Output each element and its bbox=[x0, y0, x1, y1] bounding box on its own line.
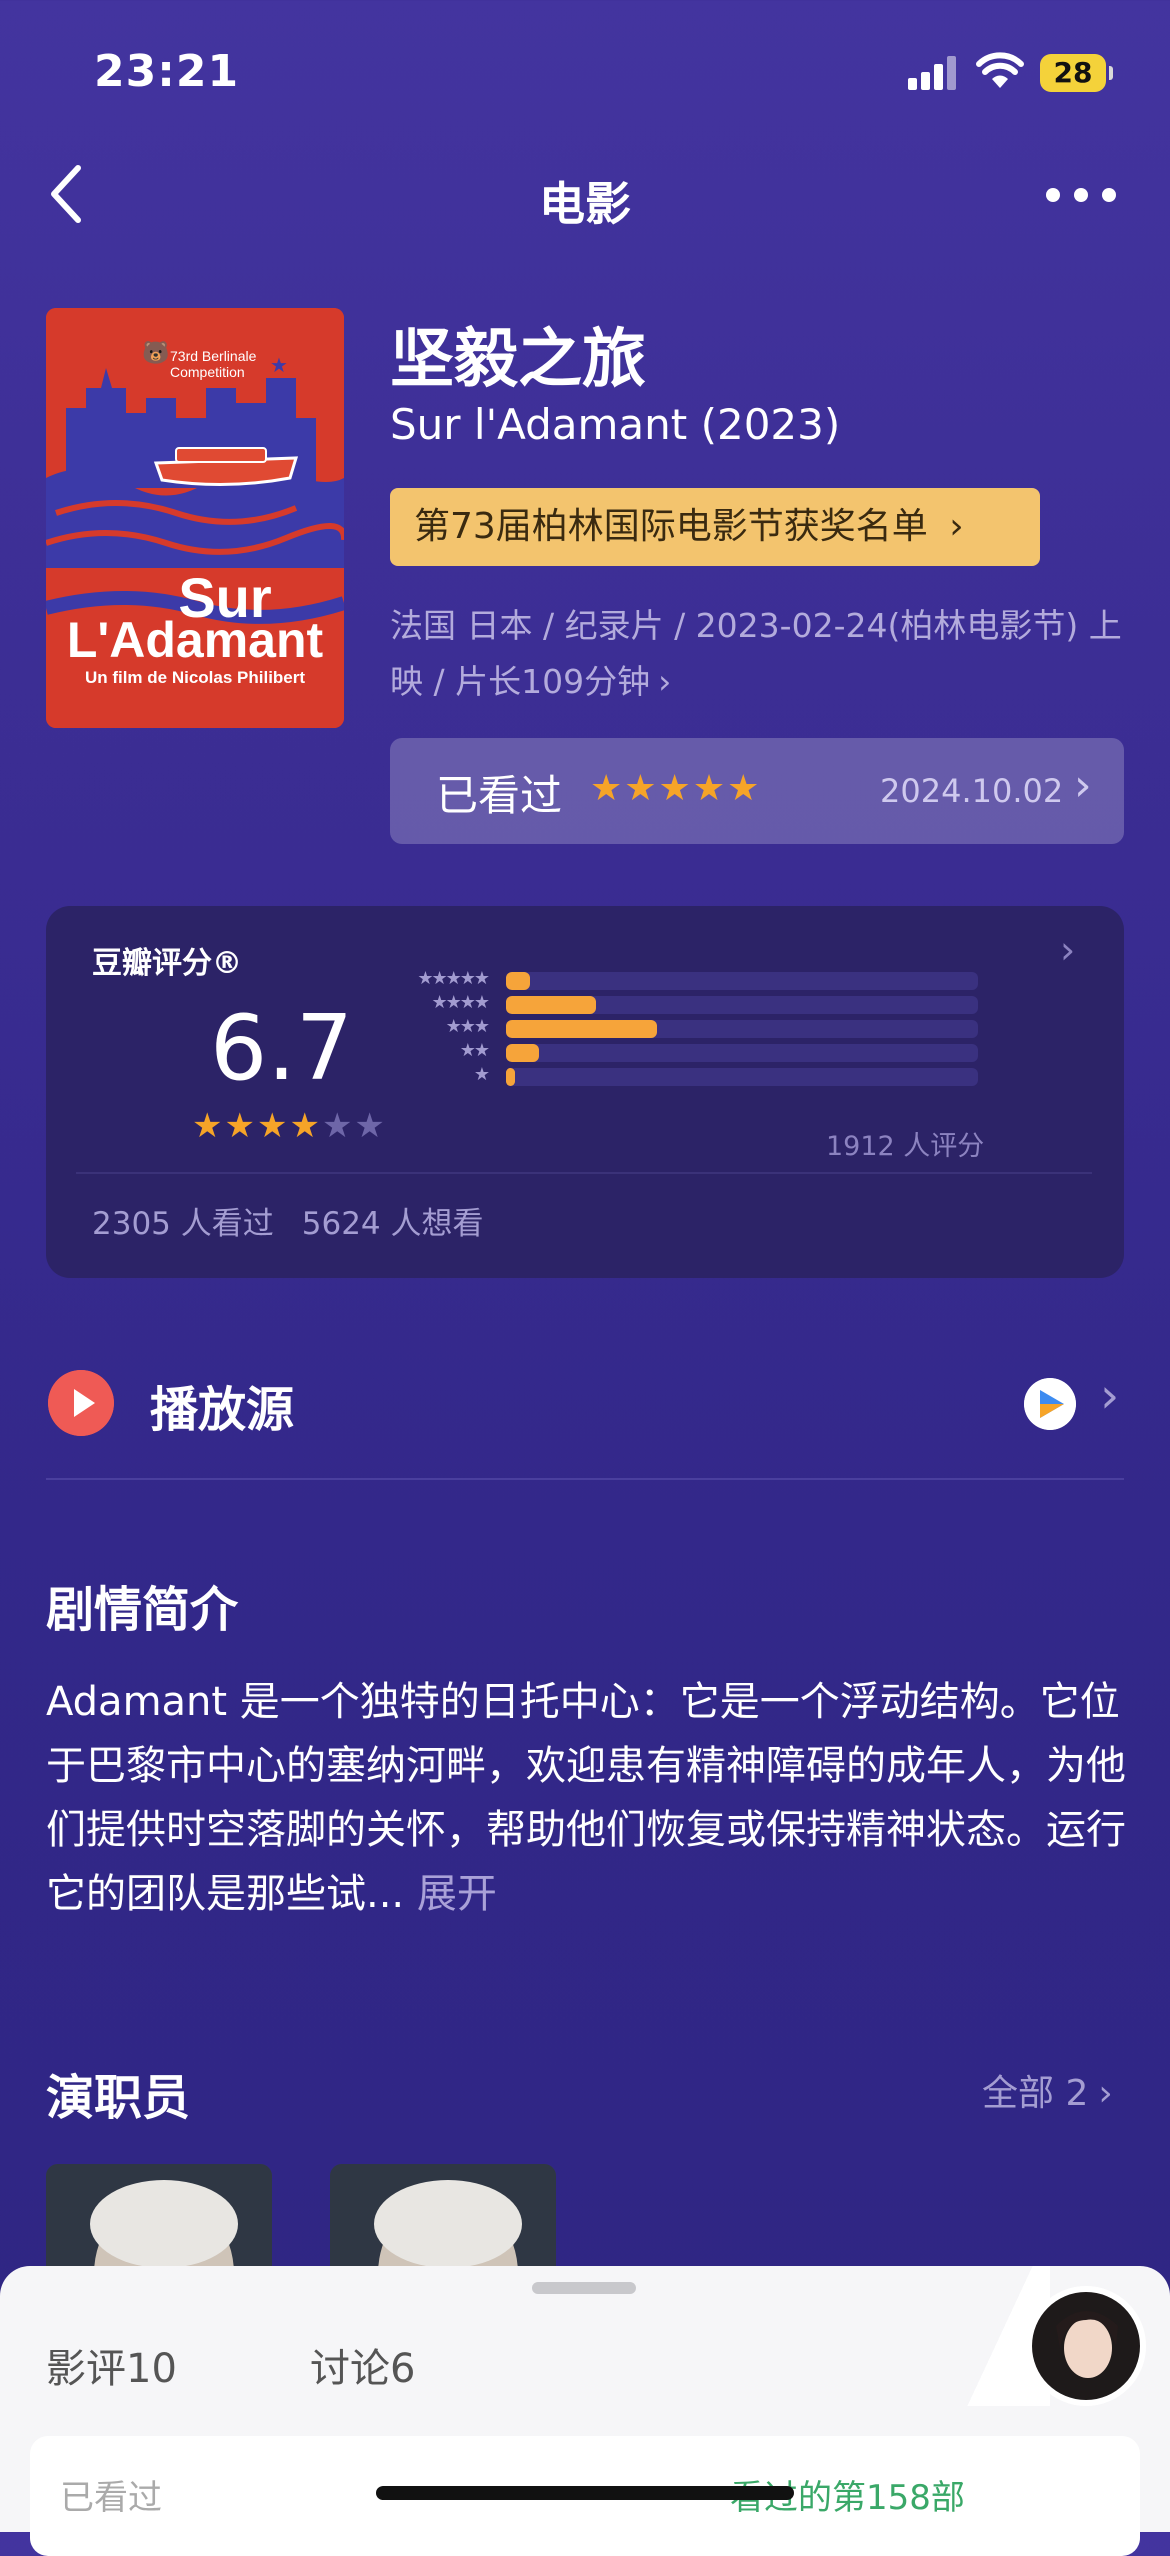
video-app-icon bbox=[1024, 1378, 1076, 1430]
cast-all-link[interactable]: 全部 2 › bbox=[982, 2064, 1113, 2116]
home-indicator bbox=[376, 2486, 794, 2500]
movie-meta[interactable]: 法国 日本 / 纪录片 / 2023-02-24(柏林电影节) 上 映 / 片长… bbox=[390, 598, 1130, 710]
sheet-card-left: 已看过 bbox=[60, 2478, 162, 2518]
rating-bar-fill bbox=[506, 1020, 658, 1038]
user-avatar[interactable] bbox=[1026, 2286, 1146, 2406]
watched-count: 2305 人看过 bbox=[92, 1206, 274, 1242]
tab-discussions[interactable]: 讨论6 bbox=[310, 2336, 415, 2394]
poster-festival-text: 73rd Berlinale Competition bbox=[170, 348, 257, 380]
watched-label: 已看过 bbox=[436, 771, 563, 820]
rating-bar-stars: ★★★ bbox=[445, 1016, 490, 1037]
rating-stars-full: ★★★ bbox=[192, 1106, 290, 1146]
svg-text:🐻: 🐻 bbox=[142, 339, 169, 366]
want-count: 5624 人想看 bbox=[301, 1206, 484, 1242]
page-title: 电影 bbox=[539, 177, 631, 231]
rating-star-half: ★ bbox=[289, 1106, 322, 1146]
rating-bar-track bbox=[506, 1020, 978, 1038]
rating-score: 6.7 bbox=[210, 996, 354, 1101]
rating-bar-fill bbox=[506, 1068, 516, 1086]
divider bbox=[76, 1172, 1092, 1174]
chevron-right-icon: › bbox=[1060, 928, 1076, 972]
divider bbox=[46, 1478, 1124, 1480]
battery-icon: 28 bbox=[1040, 54, 1106, 92]
rating-bar-track bbox=[506, 1068, 978, 1086]
synopsis-heading: 剧情简介 bbox=[46, 1582, 239, 1638]
meta-line1: 法国 日本 / 纪录片 / 2023-02-24(柏林电影节) 上 bbox=[390, 606, 1122, 645]
signal-icon bbox=[908, 52, 956, 90]
rating-bar-fill bbox=[506, 996, 596, 1014]
watched-status-bar[interactable]: 已看过 ★★★★★ 2024.10.02 › bbox=[390, 738, 1124, 844]
battery-cap bbox=[1109, 66, 1113, 80]
rating-bar-track bbox=[506, 1044, 978, 1062]
rating-footer: 2305 人看过 5624 人想看 bbox=[92, 1198, 484, 1243]
rating-stars: ★★★★★★ bbox=[192, 1106, 387, 1146]
rating-bar-stars: ★★★★★ bbox=[417, 968, 490, 989]
chevron-right-icon: › bbox=[1074, 760, 1092, 811]
rating-bar-track bbox=[506, 972, 978, 990]
play-icon bbox=[48, 1370, 114, 1436]
movie-poster[interactable]: ★ 🐻 73rd Berlinale Competition Sur L'Ada… bbox=[46, 308, 344, 728]
award-badge[interactable]: 第73届柏林国际电影节获奖名单 › bbox=[390, 488, 1040, 566]
cast-heading: 演职员 bbox=[46, 2070, 191, 2126]
rating-bar-fill bbox=[506, 972, 530, 990]
rating-bar-fill bbox=[506, 1044, 540, 1062]
rating-label: 豆瓣评分® bbox=[92, 946, 242, 981]
play-source-label: 播放源 bbox=[150, 1382, 295, 1438]
chevron-right-icon: › bbox=[1100, 1368, 1120, 1424]
chevron-right-icon: › bbox=[1098, 2073, 1113, 2114]
status-time: 23:21 bbox=[94, 46, 240, 97]
chevron-right-icon: › bbox=[949, 506, 964, 547]
douban-rating-card[interactable]: 豆瓣评分® › 6.7 ★★★★★★ ★★★★★ ★★★★ ★★★ ★★ ★ 1912 … bbox=[46, 906, 1124, 1278]
movie-title-cn: 坚毅之旅 bbox=[390, 323, 646, 397]
tab-reviews[interactable]: 影评10 bbox=[46, 2336, 177, 2394]
rating-bar-stars: ★ bbox=[473, 1064, 490, 1085]
poster-title-line2: L'Adamant bbox=[66, 612, 324, 668]
poster-subtitle: Un film de Nicolas Philibert bbox=[84, 668, 306, 687]
wifi-icon bbox=[976, 52, 1024, 88]
expand-link[interactable]: 展开 bbox=[417, 1871, 497, 1917]
more-icon[interactable] bbox=[1046, 188, 1116, 202]
movie-title-en: Sur l'Adamant (2023) bbox=[390, 400, 841, 449]
synopsis-body: Adamant 是一个独特的日托中心：它是一个浮动结构。它位于巴黎市中心的塞纳河… bbox=[46, 1679, 1126, 1917]
synopsis-text: Adamant 是一个独特的日托中心：它是一个浮动结构。它位于巴黎市中心的塞纳河… bbox=[46, 1670, 1126, 1926]
award-label: 第73届柏林国际电影节获奖名单 bbox=[414, 506, 928, 547]
meta-line2: 映 / 片长109分钟 bbox=[390, 662, 651, 701]
rating-bar-stars: ★★★★ bbox=[431, 992, 490, 1013]
my-rating-stars: ★★★★★ bbox=[590, 768, 762, 809]
chevron-right-icon: › bbox=[658, 662, 672, 701]
rating-bar-track bbox=[506, 996, 978, 1014]
drag-handle[interactable] bbox=[532, 2282, 636, 2294]
watched-date: 2024.10.02 bbox=[880, 772, 1064, 810]
cast-all-label: 全部 2 bbox=[982, 2073, 1089, 2114]
rating-bar-stars: ★★ bbox=[459, 1040, 490, 1061]
rating-count: 1912 人评分 bbox=[826, 1131, 985, 1162]
rating-stars-empty: ★★ bbox=[321, 1106, 387, 1146]
